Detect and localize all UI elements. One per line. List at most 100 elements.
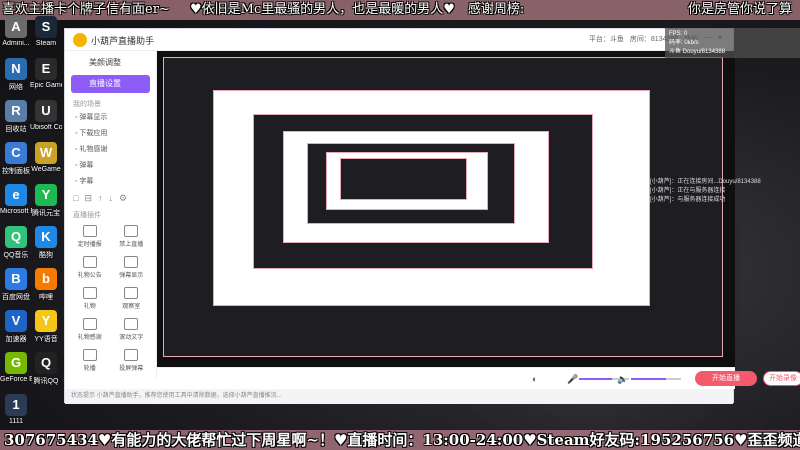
desktop-icon-label: 控制面板 [2, 168, 30, 175]
desktop-icon[interactable]: K 酷狗 [30, 226, 62, 260]
danmaku-top-msg-3: 你是房管你说了算 [688, 2, 793, 17]
desktop-icon[interactable]: Q 腾讯QQ [30, 352, 62, 386]
fps-readout: FPS: 0 [669, 31, 688, 37]
move-up-icon[interactable]: ↑ [98, 193, 109, 203]
app-icon: K [35, 226, 57, 248]
app-icon: G [5, 352, 27, 374]
desktop-icon[interactable]: W WeGame [30, 142, 62, 173]
desktop-icon-label: 加速器 [5, 336, 27, 343]
app-icon: Q [35, 352, 57, 374]
scene-item[interactable]: ◦ 字幕 [75, 175, 146, 189]
app-icon: Y [35, 310, 57, 332]
scene-list: ◦ 弹幕显示 ◦ 下载应用 ◦ 礼物感谢 ◦ 弹幕 ◦ 字幕 [65, 111, 156, 189]
desktop-icon[interactable]: e Microsoft Edge [0, 184, 32, 215]
scene-item[interactable]: ◦ 下载应用 [75, 127, 146, 141]
desktop-icon[interactable]: G GeForce Experience [0, 352, 32, 383]
plugin-item[interactable]: 轮播 [69, 346, 111, 375]
plugin-item[interactable]: 观察室 [111, 284, 153, 313]
desktop-icon-label: 腾讯QQ [33, 378, 59, 385]
plugin-item[interactable]: 定时播报 [69, 222, 111, 251]
desktop-icon-label: 酷狗 [39, 252, 53, 259]
desktop-icon-label: 回收站 [5, 126, 27, 133]
sidebar: 美颜调整 直播设置 我的场景 ◦ 弹幕显示 ◦ 下载应用 ◦ 礼物感谢 ◦ 弹幕 ◦ 字… [65, 51, 157, 379]
scene-item[interactable]: ◦ 弹幕 [75, 159, 146, 173]
desktop-icon[interactable]: U Ubisoft Connect [30, 100, 62, 131]
desktop-icon[interactable]: 1 1111 [0, 394, 32, 425]
plugin-icon [124, 256, 139, 268]
stream-stats-overlay: FPS: 0 码率: 0kb/s 斗鱼 Douyu/8134388 [665, 28, 800, 58]
plugin-label: 禁上直播 [119, 242, 144, 248]
plugin-icon [82, 256, 97, 268]
danmaku-bottom-bar: 307675434♥有能力的大佬帮忙过下周星啊~！♥直播时间：13:00-24:… [0, 430, 800, 450]
connection-log: [小葫芦]：正在连接房间...Douyu/8134388 [小葫芦]：正在与服务… [650, 178, 795, 205]
desktop-icon[interactable]: Y 腾讯元宝 [30, 184, 62, 218]
plugin-item[interactable]: 滚动文字 [111, 315, 153, 344]
desktop-icon[interactable]: R 回收站 [0, 100, 32, 134]
platform-label: 平台：斗鱼 [588, 36, 624, 43]
scene-item[interactable]: ◦ 弹幕显示 [75, 111, 146, 125]
desktop-icon-label: QQ音乐 [3, 252, 29, 259]
plugin-icon [124, 349, 139, 361]
app-icon: C [5, 142, 27, 164]
start-live-button[interactable]: 开始直播 [695, 371, 757, 386]
desktop-icon-label: 哔哩 [39, 294, 53, 301]
scene-toolbar: □⊟↑↓⚙ [73, 193, 148, 204]
plugin-icon [82, 225, 97, 237]
plugin-item[interactable]: 礼物感谢 [69, 315, 111, 344]
desktop-icon[interactable]: S Steam [30, 16, 62, 47]
app-icon: Q [5, 226, 27, 248]
settings-icon[interactable]: ⚙ [119, 193, 133, 203]
desktop-icon-label: WeGame [31, 166, 61, 173]
status-bar: 状态提示 小葫芦直播助手，推荐您使用工具中清除数据，选择小葫芦直播推流... [65, 389, 733, 404]
start-record-button[interactable]: 开始录像 [763, 371, 800, 386]
desktop-icon[interactable]: C 控制面板 [0, 142, 32, 176]
plugin-item[interactable]: 弹幕显示 [111, 253, 153, 282]
control-bar: ◐ 🎤 🔈 开始直播 开始录像 [157, 367, 800, 389]
plugin-label: 定时播报 [77, 242, 102, 248]
app-icon: N [5, 58, 27, 80]
app-icon: Y [35, 184, 57, 206]
app-icon: b [35, 268, 57, 290]
plugin-item[interactable]: 礼物 [69, 284, 111, 313]
plugin-icon [82, 318, 97, 330]
speaker-volume-slider[interactable] [631, 378, 681, 380]
tab-beauty[interactable]: 美颜调整 [71, 54, 150, 72]
plugin-label: 投屏弹幕 [119, 366, 144, 372]
speaker-icon[interactable]: 🔈 [617, 374, 628, 385]
danmaku-top-bar: 喜欢主播卡个牌子信有面er~ ♥依旧是Mc里最骚的男人，也是最暖的男人♥ 感谢周… [0, 0, 800, 20]
app-icon: e [5, 184, 27, 206]
plugin-item[interactable]: 禁上直播 [111, 222, 153, 251]
desktop-icon[interactable]: E Epic Games Launcher [30, 58, 62, 89]
plugin-label: 礼物 [83, 304, 96, 310]
desktop-icon[interactable]: Y YY语音 [30, 310, 62, 344]
gourd-logo-icon [73, 33, 87, 47]
desktop-icon[interactable]: V 加速器 [0, 310, 32, 344]
microphone-icon[interactable]: 🎤 [567, 374, 578, 385]
danmaku-bottom-msg: 307675434♥有能力的大佬帮忙过下周星啊~！♥直播时间：13:00-24:… [4, 431, 800, 449]
add-icon[interactable]: □ [73, 193, 84, 203]
app-icon: S [35, 16, 57, 38]
desktop-icon[interactable]: N 网络 [0, 58, 32, 92]
plugin-item[interactable]: 礼物公告 [69, 253, 111, 282]
plugin-label: 礼物感谢 [77, 335, 102, 341]
desktop-icon[interactable]: A Admini... [0, 16, 32, 47]
desktop-icon[interactable]: Q QQ音乐 [0, 226, 32, 260]
move-down-icon[interactable]: ↓ [108, 193, 119, 203]
plugin-icon [124, 318, 139, 330]
app-icon: B [5, 268, 27, 290]
desktop-icon[interactable]: B 百度网盘 [0, 268, 32, 302]
scenes-header: 我的场景 [73, 101, 101, 108]
speaker-volume-fill [631, 378, 666, 380]
chat-icon[interactable]: ◐ [532, 374, 537, 384]
plugin-icon [124, 225, 139, 237]
plugin-label: 轮播 [83, 366, 96, 372]
delete-icon[interactable]: ⊟ [84, 193, 98, 203]
plugin-item[interactable]: 投屏弹幕 [111, 346, 153, 375]
scene-item[interactable]: ◦ 礼物感谢 [75, 143, 146, 157]
desktop-icon-label: 腾讯元宝 [32, 210, 60, 217]
tab-live-settings[interactable]: 直播设置 [71, 75, 150, 93]
plugin-grid: 定时播报 禁上直播礼物公告 弹幕显示礼物 观察室礼物感谢 滚动文字轮播 投屏弹幕 [69, 222, 152, 375]
desktop-icon-label: 1111 [8, 418, 23, 425]
desktop-icon[interactable]: b 哔哩 [30, 268, 62, 302]
log-line: [小葫芦]：与服务器连接成功 [650, 197, 726, 203]
